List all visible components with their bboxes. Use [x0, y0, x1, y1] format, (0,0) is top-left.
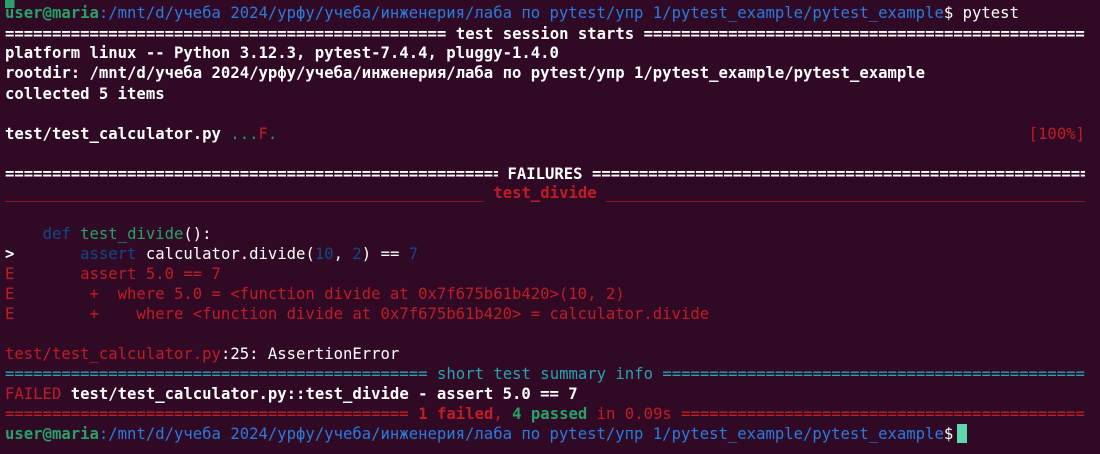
terminal-cursor[interactable]	[957, 424, 968, 443]
result-separator: ,	[493, 405, 513, 423]
prompt-user: user@maria	[5, 425, 99, 443]
session-header: ========================================…	[5, 25, 1085, 43]
progress-file: test/test_calculator.py	[5, 125, 231, 143]
code-def-line: def test_divide():	[5, 224, 1085, 244]
failed-test-title: test_divide	[483, 184, 607, 202]
failures-header-title: FAILURES	[498, 165, 592, 183]
error-location-file: test/test_calculator.py	[5, 345, 221, 363]
assert-call: calculator.divide(	[136, 245, 315, 263]
prompt-line-active[interactable]: user@maria:/mnt/d/учеба 2024/урфу/учеба/…	[5, 424, 1085, 444]
failed-detail: test/test_calculator.py::test_divide - a…	[61, 385, 578, 403]
prompt-symbol: $	[943, 4, 954, 22]
result-time: in 0.09s	[587, 405, 672, 423]
summary-failed-line: FAILED test/test_calculator.py::test_div…	[5, 384, 1085, 404]
result-failed: 1 failed	[418, 405, 494, 423]
failures-header: ========================================…	[5, 165, 1085, 183]
collected-info: collected 5 items	[5, 85, 165, 103]
code-assert-line: > assert calculator.divide(10, 2) == 7	[5, 244, 1085, 264]
error-location: test/test_calculator.py:25: AssertionErr…	[5, 344, 1085, 364]
prompt-line: user@maria:/mnt/d/учеба 2024/урфу/учеба/…	[5, 3, 1085, 23]
test-title-separator: ________________________________________…	[5, 184, 1085, 202]
platform-info: platform linux -- Python 3.12.3, pytest-…	[5, 44, 559, 62]
keyword-def: def	[42, 225, 71, 243]
progress-percent: [100%]	[1028, 125, 1085, 143]
summary-header: ========================================…	[5, 365, 1085, 383]
error-line: E + where <function divide at 0x7f675b61…	[5, 305, 710, 323]
keyword-assert: assert	[80, 245, 137, 263]
summary-header-title: short test summary info	[427, 365, 663, 383]
progress-trailing-dot: .	[267, 125, 278, 143]
function-name: test_divide	[80, 225, 184, 243]
result-line: ========================================…	[5, 405, 1085, 423]
def-rest: ():	[183, 225, 212, 243]
result-passed: 4 passed	[512, 405, 588, 423]
session-header-title: test session starts	[446, 25, 644, 43]
failed-label: FAILED	[5, 385, 62, 403]
progress-failed-mark: F	[258, 125, 268, 143]
expected-value: 7	[408, 245, 419, 263]
prompt-path: :/mnt/d/учеба 2024/урфу/учеба/инженерия/…	[98, 425, 944, 443]
assert-compare: ) ==	[361, 245, 409, 263]
current-line-marker: >	[5, 245, 15, 263]
error-line: E assert 5.0 == 7	[5, 265, 221, 283]
arg-1: 10	[314, 245, 334, 263]
prompt-symbol: $	[943, 425, 954, 443]
error-line: E + where 5.0 = <function divide at 0x7f…	[5, 285, 625, 303]
rootdir-info: rootdir: /mnt/d/учеба 2024/урфу/учеба/ин…	[5, 64, 926, 82]
progress-passed-dots: ...	[230, 125, 259, 143]
progress-line: test/test_calculator.py ...F. [100%]	[5, 124, 1085, 144]
prompt-path: :/mnt/d/учеба 2024/урфу/учеба/инженерия/…	[98, 4, 944, 22]
arg-2: 2	[352, 245, 362, 263]
arg-comma: ,	[333, 245, 353, 263]
prompt-user: user@maria	[5, 4, 99, 22]
terminal-window[interactable]: █ user@maria:/mnt/d/учеба 2024/урфу/учеб…	[0, 0, 1100, 454]
command-text: pytest	[962, 4, 1019, 22]
error-location-rest: :25: AssertionError	[220, 345, 400, 363]
